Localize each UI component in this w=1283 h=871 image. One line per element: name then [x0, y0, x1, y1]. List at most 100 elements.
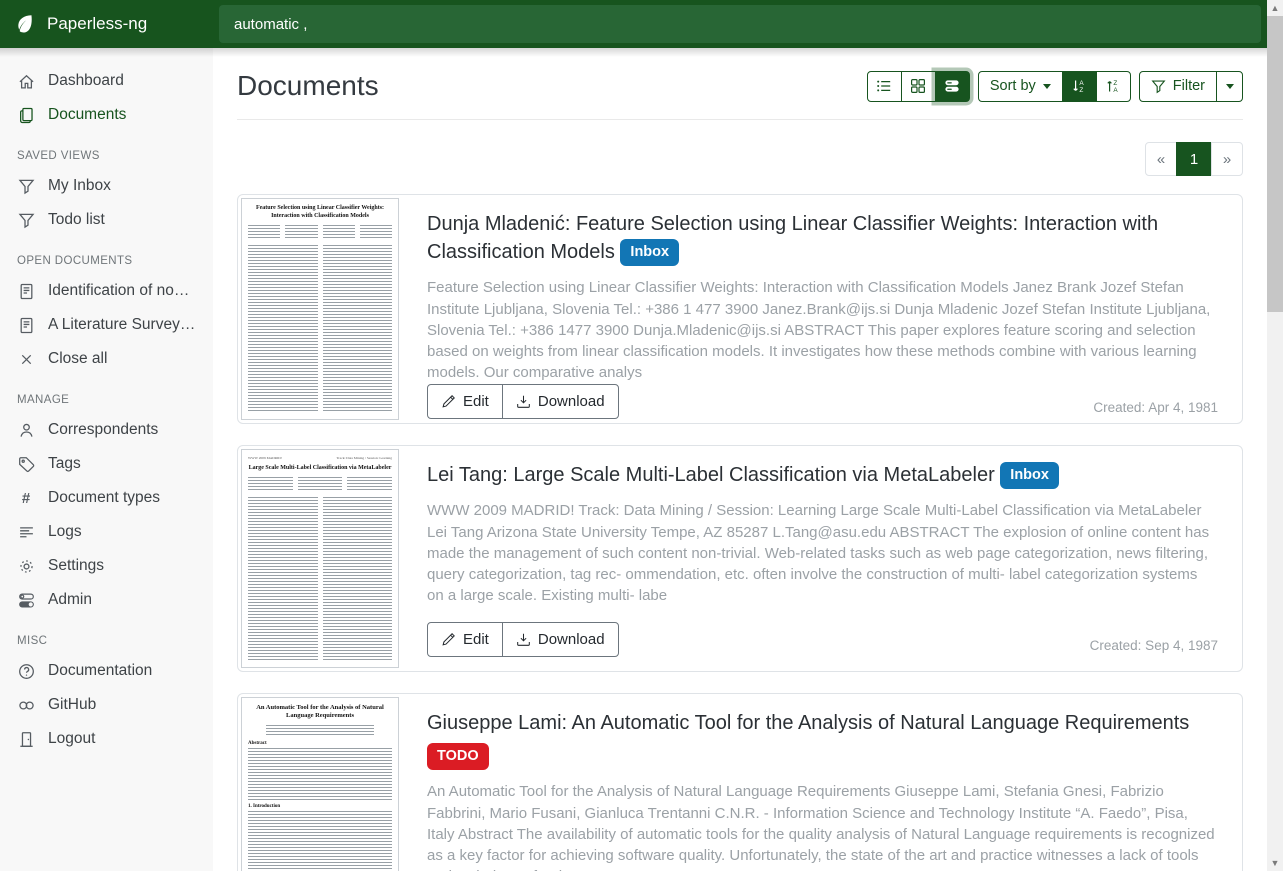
- sidebar-item-label: Documents: [48, 106, 126, 124]
- chevron-down-icon: [1226, 84, 1234, 89]
- sidebar-item-logout[interactable]: Logout: [0, 722, 213, 756]
- vertical-scrollbar: ▲ ▼: [1267, 0, 1283, 871]
- sort-ascending-button[interactable]: AZ: [1062, 71, 1097, 102]
- card-actions: Edit Download: [427, 622, 619, 657]
- sort-by-label: Sort by: [990, 78, 1036, 94]
- sidebar-item-label: Admin: [48, 591, 92, 609]
- top-navbar: [213, 0, 1267, 48]
- sidebar-item-label: Logout: [48, 730, 95, 748]
- tag-icon: [17, 455, 35, 473]
- view-details-button[interactable]: [935, 71, 970, 102]
- chevron-down-icon: [1043, 84, 1051, 89]
- sidebar-item-label: Logs: [48, 523, 82, 541]
- question-circle-icon: [17, 662, 35, 680]
- pagination-prev[interactable]: «: [1145, 142, 1177, 176]
- home-icon: [17, 72, 35, 90]
- filter-button[interactable]: Filter: [1139, 71, 1217, 102]
- toggles-icon: [17, 591, 35, 609]
- tag-badge-inbox[interactable]: Inbox: [1000, 462, 1059, 489]
- title-divider: [237, 119, 1243, 120]
- sidebar-item-admin[interactable]: Admin: [0, 583, 213, 617]
- scrollbar-thumb[interactable]: [1267, 16, 1283, 312]
- sort-descending-button[interactable]: ZA: [1096, 71, 1131, 102]
- sort-by-dropdown[interactable]: Sort by: [978, 71, 1063, 102]
- document-list: Feature Selection using Linear Classifie…: [237, 194, 1243, 871]
- document-card: Feature Selection using Linear Classifie…: [237, 194, 1243, 424]
- pencil-icon: [441, 394, 456, 409]
- section-misc: MISC: [0, 617, 213, 654]
- filter-label: Filter: [1173, 78, 1205, 94]
- scrollbar-up-arrow[interactable]: ▲: [1267, 0, 1283, 16]
- thumb-header-left: WWW 2009 MADRID!: [248, 456, 282, 460]
- edit-button[interactable]: Edit: [427, 384, 503, 419]
- section-saved-views: SAVED VIEWS: [0, 132, 213, 169]
- app-brand[interactable]: Paperless-ng: [0, 0, 213, 48]
- documents-icon: [17, 106, 35, 124]
- sidebar-item-tags[interactable]: Tags: [0, 447, 213, 481]
- thumb-header-right: Track: Data Mining / Session: Learning: [336, 456, 392, 460]
- document-card: WWW 2009 MADRID! Track: Data Mining / Ses…: [237, 445, 1243, 672]
- sidebar-item-todo-list[interactable]: Todo list: [0, 203, 213, 237]
- tag-badge-todo[interactable]: TODO: [427, 743, 489, 770]
- document-thumbnail[interactable]: WWW 2009 MADRID! Track: Data Mining / Ses…: [238, 446, 402, 671]
- sidebar-open-doc-1[interactable]: Identification of non-fu...: [0, 274, 213, 308]
- filter-group: Filter: [1139, 71, 1243, 102]
- leaf-logo-icon: [14, 13, 36, 35]
- svg-text:Z: Z: [1080, 87, 1084, 94]
- document-thumbnail[interactable]: An Automatic Tool for the Analysis of Na…: [238, 694, 402, 871]
- sidebar-item-logs[interactable]: Logs: [0, 515, 213, 549]
- svg-text:A: A: [1080, 80, 1085, 87]
- pagination-page-1[interactable]: 1: [1176, 142, 1212, 176]
- sidebar-item-label: Documentation: [48, 662, 152, 680]
- download-icon: [516, 632, 531, 647]
- tag-badge-inbox[interactable]: Inbox: [620, 239, 679, 266]
- sidebar-close-all[interactable]: Close all: [0, 342, 213, 376]
- sidebar-item-label: Dashboard: [48, 72, 124, 90]
- sidebar-item-correspondents[interactable]: Correspondents: [0, 413, 213, 447]
- sidebar-item-my-inbox[interactable]: My Inbox: [0, 169, 213, 203]
- section-open-documents: OPEN DOCUMENTS: [0, 237, 213, 274]
- svg-text:A: A: [1114, 87, 1119, 94]
- sidebar-item-settings[interactable]: Settings: [0, 549, 213, 583]
- view-grid-button[interactable]: [901, 71, 936, 102]
- pencil-icon: [441, 632, 456, 647]
- sidebar-item-documents[interactable]: Documents: [0, 98, 213, 132]
- sidebar-item-documentation[interactable]: Documentation: [0, 654, 213, 688]
- toolbar: Sort by AZ ZA Filter: [867, 71, 1243, 102]
- person-icon: [17, 421, 35, 439]
- sidebar-item-document-types[interactable]: # Document types: [0, 481, 213, 515]
- download-button[interactable]: Download: [502, 384, 619, 419]
- created-date: Created: Apr 4, 1981: [1093, 400, 1218, 419]
- created-date: Created: Sep 4, 1987: [1090, 638, 1218, 657]
- sidebar-item-github[interactable]: GitHub: [0, 688, 213, 722]
- sidebar-item-dashboard[interactable]: Dashboard: [0, 64, 213, 98]
- document-title[interactable]: Lei Tang: Large Scale Multi-Label Classi…: [427, 461, 1218, 491]
- view-list-button[interactable]: [867, 71, 902, 102]
- document-title[interactable]: Dunja Mladenić: Feature Selection using …: [427, 210, 1218, 268]
- sidebar-item-label: GitHub: [48, 696, 96, 714]
- sidebar-open-doc-2[interactable]: A Literature Survey on ...: [0, 308, 213, 342]
- close-icon: [17, 350, 35, 368]
- filter-funnel-icon: [17, 177, 35, 195]
- edit-button[interactable]: Edit: [427, 622, 503, 657]
- svg-text:Z: Z: [1114, 80, 1118, 87]
- scrollbar-down-arrow[interactable]: ▼: [1267, 855, 1283, 871]
- sidebar-item-label: Document types: [48, 489, 160, 507]
- sidebar-nav: Dashboard Documents SAVED VIEWS My Inbox…: [0, 48, 213, 756]
- document-title[interactable]: Giuseppe Lami: An Automatic Tool for the…: [427, 709, 1218, 767]
- link-icon: [17, 696, 35, 714]
- download-button[interactable]: Download: [502, 622, 619, 657]
- thumb-title: Large Scale Multi-Label Classification v…: [248, 465, 392, 473]
- search-input[interactable]: [219, 5, 1261, 43]
- filter-dropdown-toggle[interactable]: [1216, 71, 1243, 102]
- sidebar-item-label: Todo list: [48, 211, 105, 229]
- document-excerpt: An Automatic Tool for the Analysis of Na…: [427, 781, 1218, 871]
- view-toggle-group: [867, 71, 970, 102]
- download-icon: [516, 394, 531, 409]
- document-thumbnail[interactable]: Feature Selection using Linear Classifie…: [238, 195, 402, 423]
- pagination: « 1 »: [1145, 142, 1243, 176]
- pagination-next[interactable]: »: [1211, 142, 1243, 176]
- section-manage: MANAGE: [0, 376, 213, 413]
- filter-funnel-icon: [1151, 79, 1166, 94]
- sidebar-item-label: Close all: [48, 350, 107, 368]
